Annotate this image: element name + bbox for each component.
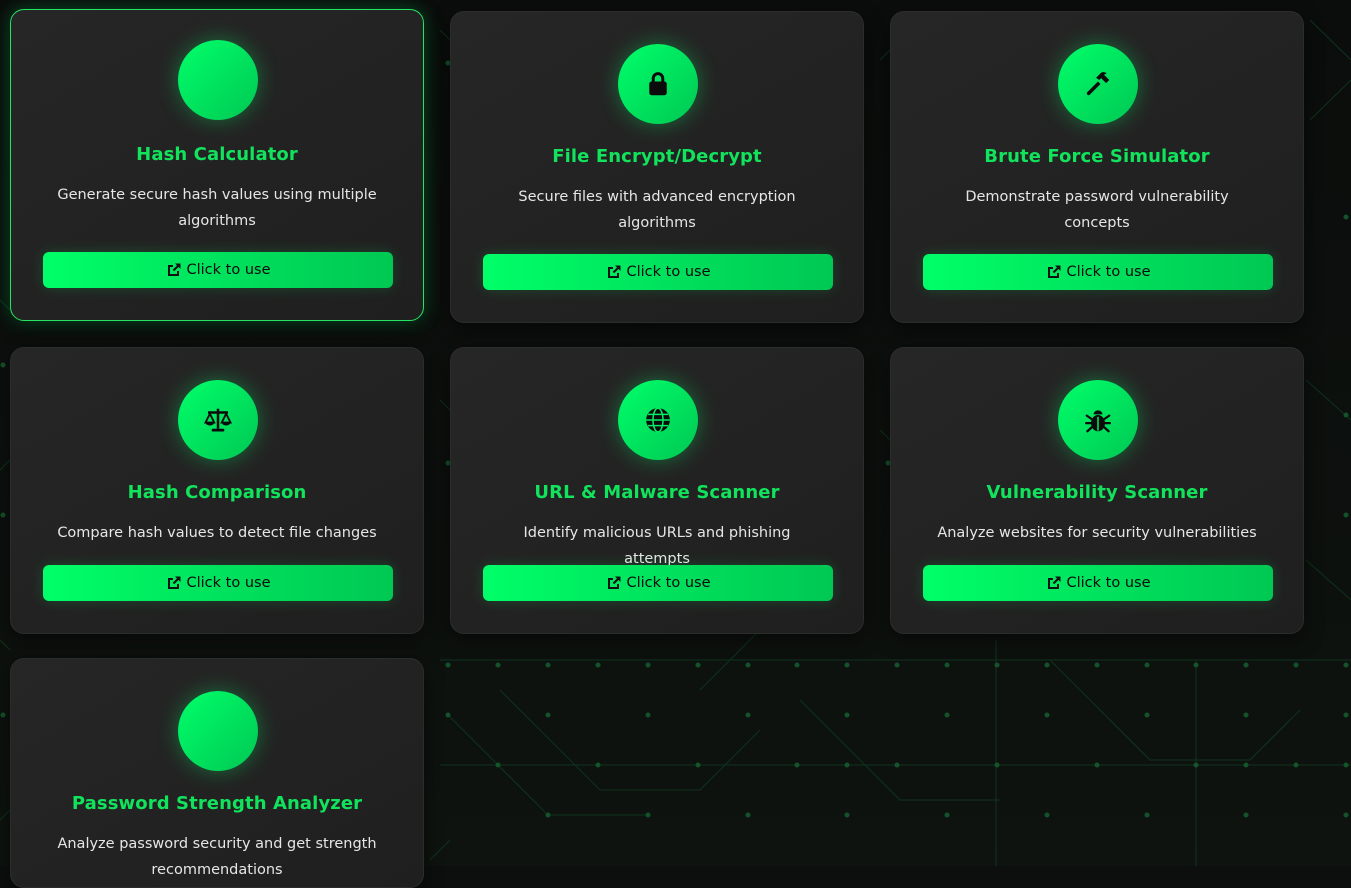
external-link-icon — [607, 265, 620, 278]
card-title: File Encrypt/Decrypt — [552, 146, 762, 167]
tool-card-file-encrypt[interactable]: File Encrypt/Decrypt Secure files with a… — [450, 11, 864, 323]
button-label: Click to use — [626, 575, 711, 591]
external-link-icon — [167, 263, 180, 276]
button-label: Click to use — [1066, 575, 1151, 591]
button-label: Click to use — [186, 262, 271, 278]
scale-icon — [203, 408, 233, 432]
hammer-icon — [1086, 72, 1110, 96]
click-to-use-button[interactable]: Click to use — [483, 254, 833, 290]
button-label: Click to use — [1066, 264, 1151, 280]
card-description: Analyze password security and get streng… — [57, 836, 377, 878]
globe-icon — [646, 407, 670, 433]
card-description: Compare hash values to detect file chang… — [57, 525, 377, 541]
click-to-use-button[interactable]: Click to use — [43, 252, 393, 288]
click-to-use-button[interactable]: Click to use — [43, 565, 393, 601]
card-title: Brute Force Simulator — [984, 146, 1210, 167]
button-label: Click to use — [186, 575, 271, 591]
click-to-use-button[interactable]: Click to use — [923, 254, 1273, 290]
hash-calculator-icon — [178, 40, 258, 120]
tool-card-url-scanner[interactable]: URL & Malware Scanner Identify malicious… — [450, 347, 864, 634]
card-title: Hash Calculator — [136, 144, 298, 165]
external-link-icon — [607, 576, 620, 589]
hammer-icon-circle — [1058, 44, 1138, 124]
tool-card-vulnerability-scanner[interactable]: Vulnerability Scanner Analyze websites f… — [890, 347, 1304, 634]
card-title: URL & Malware Scanner — [534, 482, 780, 503]
bug-icon — [1085, 410, 1111, 433]
tool-card-hash-calculator[interactable]: Hash Calculator Generate secure hash val… — [10, 9, 424, 321]
lock-icon-circle — [618, 44, 698, 124]
card-description: Secure files with advanced encryption al… — [518, 189, 796, 231]
globe-icon-circle — [618, 380, 698, 460]
click-to-use-button[interactable]: Click to use — [923, 565, 1273, 601]
tool-card-password-strength[interactable]: Password Strength Analyzer Analyze passw… — [10, 658, 424, 888]
tool-card-hash-comparison[interactable]: Hash Comparison Compare hash values to d… — [10, 347, 424, 634]
card-title: Hash Comparison — [127, 482, 307, 503]
card-title: Vulnerability Scanner — [986, 482, 1208, 503]
card-description: Generate secure hash values using multip… — [57, 187, 377, 229]
external-link-icon — [1047, 576, 1060, 589]
scale-icon-circle — [178, 380, 258, 460]
button-label: Click to use — [626, 264, 711, 280]
card-description: Demonstrate password vulnerability conce… — [965, 189, 1229, 231]
bug-icon-circle — [1058, 380, 1138, 460]
password-strength-icon — [178, 691, 258, 771]
tool-card-brute-force[interactable]: Brute Force Simulator Demonstrate passwo… — [890, 11, 1304, 323]
click-to-use-button[interactable]: Click to use — [483, 565, 833, 601]
lock-icon — [649, 72, 667, 96]
card-title: Password Strength Analyzer — [71, 793, 363, 814]
external-link-icon — [1047, 265, 1060, 278]
external-link-icon — [167, 576, 180, 589]
tools-grid: Hash Calculator Generate secure hash val… — [0, 0, 1351, 888]
card-description: Analyze websites for security vulnerabil… — [937, 525, 1257, 541]
